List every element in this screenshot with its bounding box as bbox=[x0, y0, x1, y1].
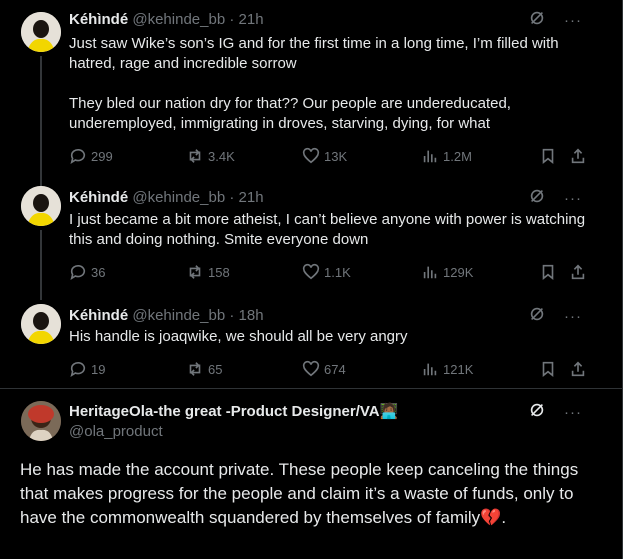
repost-icon bbox=[189, 362, 201, 376]
repost-count: 3.4K bbox=[208, 148, 235, 164]
like-count: 1.1K bbox=[324, 264, 351, 280]
avatar[interactable] bbox=[21, 401, 61, 441]
share-button[interactable] bbox=[569, 146, 587, 166]
tweet-actions: 36 158 1.1K 129K bbox=[69, 262, 602, 282]
tweet-actions: 299 3.4K 13K 1.2M bbox=[69, 146, 602, 166]
share-button[interactable] bbox=[569, 359, 587, 379]
grok-icon[interactable] bbox=[528, 9, 546, 32]
views-icon bbox=[423, 150, 437, 163]
like-count: 13K bbox=[324, 148, 348, 164]
like-icon bbox=[302, 263, 320, 280]
avatar[interactable] bbox=[21, 12, 61, 52]
tweet-top-icons: ··· bbox=[528, 402, 582, 422]
views-icon bbox=[423, 363, 437, 376]
more-icon[interactable]: ··· bbox=[564, 12, 582, 29]
repost-button[interactable]: 158 bbox=[186, 262, 230, 282]
author-name[interactable]: Kéhìndé bbox=[69, 11, 128, 28]
conversation-column: Kéhìndé @kehinde_bb · 21h ··· Just saw W… bbox=[0, 0, 623, 559]
tweet-paragraph: I just became a bit more atheist, I can’… bbox=[69, 211, 586, 248]
views-icon bbox=[423, 266, 437, 279]
reply-icon bbox=[70, 148, 86, 165]
repost-count: 65 bbox=[208, 361, 223, 377]
tweet-1[interactable]: Kéhìndé @kehinde_bb · 21h ··· Just saw W… bbox=[0, 0, 622, 186]
grok-icon[interactable] bbox=[528, 305, 546, 328]
separator-dot: · bbox=[229, 307, 235, 324]
grok-icon[interactable] bbox=[528, 401, 546, 424]
bookmark-button[interactable] bbox=[539, 262, 557, 282]
author-name[interactable]: HeritageOla-the great -Product Designer/… bbox=[69, 403, 398, 420]
author-name[interactable]: Kéhìndé bbox=[69, 189, 128, 206]
author-handle[interactable]: @ola_product bbox=[69, 423, 163, 440]
separator-dot: · bbox=[229, 189, 235, 206]
reply-icon bbox=[70, 264, 86, 281]
tweet-paragraph: Just saw Wike’s son’s IG and for the fir… bbox=[69, 35, 559, 72]
views-count: 129K bbox=[443, 264, 474, 280]
avatar[interactable] bbox=[21, 304, 61, 344]
reply-button[interactable]: 299 bbox=[69, 146, 113, 166]
tweet-paragraph: They bled our nation dry for that?? Our … bbox=[69, 95, 511, 132]
reply-count: 299 bbox=[91, 148, 113, 164]
author-handle[interactable]: @kehinde_bb bbox=[132, 11, 225, 28]
reply-button[interactable]: 36 bbox=[69, 262, 105, 282]
reply-count: 19 bbox=[91, 361, 106, 377]
tweet-top-icons: ··· bbox=[528, 306, 582, 326]
repost-icon bbox=[189, 149, 201, 163]
tweet-paragraph: His handle is joaqwike, we should all be… bbox=[69, 328, 408, 345]
author-handle[interactable]: @kehinde_bb bbox=[132, 307, 225, 324]
like-button[interactable]: 1.1K bbox=[302, 262, 351, 282]
repost-button[interactable]: 3.4K bbox=[186, 146, 235, 166]
views-button[interactable]: 121K bbox=[421, 359, 473, 379]
timestamp[interactable]: 18h bbox=[239, 307, 264, 324]
tweet-text: I just became a bit more atheist, I can’… bbox=[69, 210, 602, 250]
repost-icon bbox=[189, 265, 201, 279]
reply-icon bbox=[70, 361, 86, 378]
tweet-text: Just saw Wike’s son’s IG and for the fir… bbox=[69, 34, 602, 134]
bookmark-icon bbox=[542, 148, 554, 164]
separator-dot: · bbox=[229, 11, 235, 28]
views-count: 121K bbox=[443, 361, 474, 377]
thread-line bbox=[40, 230, 42, 300]
bookmark-button[interactable] bbox=[539, 146, 557, 166]
avatar[interactable] bbox=[21, 186, 61, 226]
timestamp[interactable]: 21h bbox=[239, 11, 264, 28]
bookmark-button[interactable] bbox=[539, 359, 557, 379]
repost-count: 158 bbox=[208, 264, 230, 280]
share-icon bbox=[571, 264, 585, 280]
repost-button[interactable]: 65 bbox=[186, 359, 222, 379]
views-count: 1.2M bbox=[443, 148, 472, 164]
bookmark-icon bbox=[542, 264, 554, 280]
more-icon[interactable]: ··· bbox=[564, 308, 582, 325]
tweet-subheader: @ola_product bbox=[69, 422, 610, 442]
share-button[interactable] bbox=[569, 262, 587, 282]
main-tweet-text: He has made the account private. These p… bbox=[20, 460, 579, 527]
views-button[interactable]: 1.2M bbox=[421, 146, 472, 166]
like-count: 674 bbox=[324, 361, 346, 377]
share-icon bbox=[571, 148, 585, 164]
thread-line bbox=[40, 56, 42, 186]
like-button[interactable]: 13K bbox=[302, 146, 347, 166]
reply-count: 36 bbox=[91, 264, 106, 280]
tweet-actions: 19 65 674 121K bbox=[69, 359, 602, 379]
author-handle[interactable]: @kehinde_bb bbox=[132, 189, 225, 206]
grok-icon[interactable] bbox=[528, 187, 546, 210]
more-icon[interactable]: ··· bbox=[564, 404, 582, 421]
like-button[interactable]: 674 bbox=[302, 359, 346, 379]
tweet-top-icons: ··· bbox=[528, 10, 582, 30]
like-icon bbox=[302, 147, 320, 164]
tweet-text: His handle is joaqwike, we should all be… bbox=[69, 327, 602, 347]
bookmark-icon bbox=[542, 361, 554, 377]
tweet-2[interactable]: Kéhìndé @kehinde_bb · 21h ··· I just bec… bbox=[0, 180, 622, 300]
views-button[interactable]: 129K bbox=[421, 262, 473, 282]
reply-button[interactable]: 19 bbox=[69, 359, 105, 379]
tweet-top-icons: ··· bbox=[528, 188, 582, 208]
share-icon bbox=[571, 361, 585, 377]
author-name[interactable]: Kéhìndé bbox=[69, 307, 128, 324]
tweet-3[interactable]: Kéhìndé @kehinde_bb · 18h ··· His handle… bbox=[0, 298, 622, 388]
like-icon bbox=[302, 360, 320, 377]
timestamp[interactable]: 21h bbox=[239, 189, 264, 206]
more-icon[interactable]: ··· bbox=[564, 190, 582, 207]
